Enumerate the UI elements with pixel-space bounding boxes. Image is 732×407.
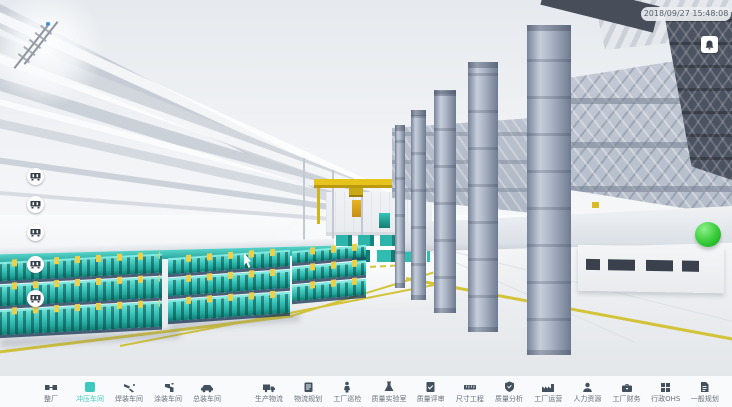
tab-label: 焊装车间 bbox=[115, 395, 143, 403]
tab-label: 工厂财务 bbox=[613, 395, 641, 403]
machine-marker-button[interactable] bbox=[27, 256, 44, 273]
tab-label: 质量评审 bbox=[417, 395, 445, 403]
green-status-sphere[interactable] bbox=[695, 222, 721, 247]
factory-overview-icon bbox=[44, 381, 58, 393]
press-machine-icon bbox=[30, 228, 41, 237]
crane-leg bbox=[317, 188, 320, 224]
tab-label: 行政OHS bbox=[651, 395, 680, 403]
car-assembly-icon bbox=[200, 381, 214, 393]
tab-human-resources[interactable]: 人力资源 bbox=[572, 381, 602, 403]
pulpit-window bbox=[646, 260, 673, 271]
steel-column bbox=[527, 25, 571, 355]
clipboard-icon bbox=[303, 381, 314, 393]
crane-trolley bbox=[349, 188, 363, 197]
forklift bbox=[379, 213, 390, 228]
person-icon bbox=[582, 381, 593, 393]
press-machine-icon bbox=[30, 260, 41, 269]
workshop-tabs: 整厂 冲压车间 焊装车间 涂装车间 总装车间 bbox=[36, 376, 222, 407]
flask-icon bbox=[383, 381, 395, 393]
viewport-3d[interactable] bbox=[0, 0, 732, 375]
ladder-tip-light bbox=[46, 22, 50, 26]
steel-column bbox=[434, 90, 456, 313]
datetime-display: 2018/09/27 15:48:08 bbox=[641, 7, 731, 21]
grid-icon bbox=[660, 381, 671, 393]
press-machine-icon bbox=[30, 200, 41, 209]
tab-stamping-workshop[interactable]: 冲压车间 bbox=[75, 381, 105, 403]
tab-label: 生产物流 bbox=[255, 395, 283, 403]
press-line-cluster[interactable] bbox=[168, 250, 290, 325]
machine-marker-button[interactable] bbox=[27, 224, 44, 241]
tab-whole-plant[interactable]: 整厂 bbox=[36, 381, 66, 403]
tab-production-logistics[interactable]: 生产物流 bbox=[254, 381, 284, 403]
steel-column bbox=[395, 125, 405, 288]
tab-dimension-engineering[interactable]: 尺寸工程 bbox=[455, 381, 485, 403]
pulpit-window bbox=[682, 261, 699, 272]
tab-general-planning[interactable]: 一般规划 bbox=[690, 381, 720, 403]
paint-spray-icon bbox=[162, 381, 175, 393]
robot-arm bbox=[352, 200, 361, 217]
skylight-glow bbox=[0, 0, 106, 108]
press-line-cluster[interactable] bbox=[0, 254, 162, 345]
welding-icon bbox=[123, 381, 136, 393]
notification-button[interactable] bbox=[701, 36, 718, 53]
tab-label: 整厂 bbox=[44, 395, 58, 403]
bell-icon bbox=[705, 40, 714, 50]
bottom-toolbar: 整厂 冲压车间 焊装车间 涂装车间 总装车间 生产物流 bbox=[0, 375, 732, 407]
tab-label: 一般规划 bbox=[691, 395, 719, 403]
shield-icon bbox=[504, 381, 515, 393]
tab-label: 人力资源 bbox=[573, 395, 601, 403]
tab-painting-workshop[interactable]: 涂装车间 bbox=[153, 381, 183, 403]
stamping-press-icon bbox=[84, 381, 96, 393]
equipment bbox=[592, 202, 599, 208]
tab-quality-lab[interactable]: 质量实验室 bbox=[372, 381, 407, 403]
review-doc-icon bbox=[425, 381, 436, 393]
tab-quality-review[interactable]: 质量评审 bbox=[416, 381, 446, 403]
machine-marker-button[interactable] bbox=[27, 196, 44, 213]
distant-post bbox=[303, 158, 305, 252]
pulpit-window bbox=[586, 259, 600, 270]
machine-marker-button[interactable] bbox=[27, 290, 44, 307]
press-line-cluster[interactable] bbox=[292, 245, 366, 303]
tab-label: 涂装车间 bbox=[154, 395, 182, 403]
factory-ops-icon bbox=[541, 381, 555, 393]
plan-doc-icon bbox=[699, 381, 710, 393]
truck-icon bbox=[262, 381, 276, 393]
control-pulpit bbox=[578, 245, 724, 294]
tab-label: 工厂巡检 bbox=[333, 395, 361, 403]
tab-label: 质量实验室 bbox=[372, 395, 407, 403]
tab-assembly-workshop[interactable]: 总装车间 bbox=[192, 381, 222, 403]
function-tabs: 生产物流 物流规划 工厂巡检 质量实验室 质量评审 尺寸工程 bbox=[254, 376, 720, 407]
ruler-icon bbox=[463, 381, 477, 393]
tab-label: 总装车间 bbox=[193, 395, 221, 403]
tab-logistics-planning[interactable]: 物流规划 bbox=[293, 381, 323, 403]
tab-admin-ohs[interactable]: 行政OHS bbox=[651, 381, 681, 403]
press-machine-icon bbox=[30, 294, 41, 303]
digital-twin-app: 2018/09/27 15:48:08 整厂 冲压车间 焊装车间 涂装车间 bbox=[0, 0, 732, 407]
steel-column bbox=[411, 110, 426, 300]
press-machine-icon bbox=[30, 172, 41, 181]
tab-factory-operations[interactable]: 工厂运营 bbox=[533, 381, 563, 403]
steel-column bbox=[468, 62, 498, 332]
tab-label: 尺寸工程 bbox=[456, 395, 484, 403]
tab-factory-finance[interactable]: 工厂财务 bbox=[612, 381, 642, 403]
machine-marker-button[interactable] bbox=[27, 168, 44, 185]
tab-factory-patrol[interactable]: 工厂巡检 bbox=[332, 381, 362, 403]
tab-label: 质量分析 bbox=[495, 395, 523, 403]
tab-welding-workshop[interactable]: 焊装车间 bbox=[114, 381, 144, 403]
tab-label: 冲压车间 bbox=[76, 395, 104, 403]
tab-label: 物流规划 bbox=[294, 395, 322, 403]
pulpit-window bbox=[608, 259, 635, 270]
briefcase-icon bbox=[621, 381, 633, 393]
tab-label: 工厂运营 bbox=[534, 395, 562, 403]
patrol-person-icon bbox=[342, 381, 352, 393]
tab-quality-analysis[interactable]: 质量分析 bbox=[494, 381, 524, 403]
